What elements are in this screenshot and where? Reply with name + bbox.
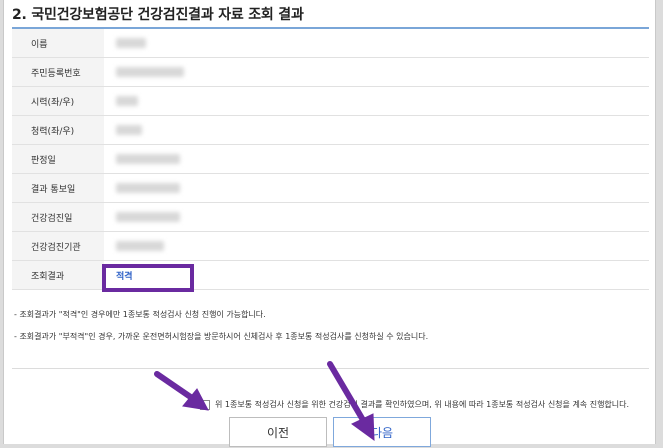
row-label: 건강검진기관 xyxy=(12,231,104,261)
row-value-redacted xyxy=(104,231,649,261)
redacted-value xyxy=(116,240,164,251)
redacted-value xyxy=(116,124,142,135)
prev-button[interactable]: 이전 xyxy=(229,417,327,447)
table-row: 청력(좌/우) xyxy=(12,115,649,145)
notes: - 조회결과가 "적격"인 경우에만 1종보통 적성검사 신청 진행이 가능합니… xyxy=(14,304,428,348)
row-label: 조회결과 xyxy=(12,260,104,290)
table-row: 결과 통보일 xyxy=(12,173,649,203)
result-panel: 2. 국민건강보험공단 건강검진결과 자료 조회 결과 이름 주민등록번호 시력… xyxy=(3,0,656,444)
note-item: - 조회결과가 "적격"인 경우에만 1종보통 적성검사 신청 진행이 가능합니… xyxy=(14,310,266,319)
redacted-value xyxy=(116,66,184,77)
row-label: 주민등록번호 xyxy=(12,57,104,87)
footer-divider xyxy=(12,368,649,369)
row-value-redacted xyxy=(104,115,649,145)
note-item: - 조회결과가 "부적격"인 경우, 가까운 운전면허시험장을 방문하시어 신체… xyxy=(14,332,429,341)
row-value-redacted xyxy=(104,29,649,58)
next-button[interactable]: 다음 xyxy=(333,417,431,447)
table-row: 주민등록번호 xyxy=(12,57,649,87)
row-label: 판정일 xyxy=(12,144,104,174)
table-row: 이름 xyxy=(12,29,649,58)
row-value-redacted xyxy=(104,144,649,174)
row-value-redacted xyxy=(104,173,649,203)
table-row: 시력(좌/우) xyxy=(12,86,649,116)
section-title: 2. 국민건강보험공단 건강검진결과 자료 조회 결과 xyxy=(12,7,304,23)
row-value-redacted xyxy=(104,86,649,116)
redacted-value xyxy=(116,211,180,222)
table-row: 건강검진일 xyxy=(12,202,649,232)
row-label: 시력(좌/우) xyxy=(12,86,104,116)
row-label: 건강검진일 xyxy=(12,202,104,232)
agreement-checkbox[interactable] xyxy=(200,399,210,410)
row-value-redacted xyxy=(104,202,649,232)
row-label: 청력(좌/우) xyxy=(12,115,104,145)
row-label: 결과 통보일 xyxy=(12,173,104,203)
redacted-value xyxy=(116,95,138,106)
redacted-value xyxy=(116,153,180,164)
row-label: 이름 xyxy=(12,29,104,58)
agreement-text: 위 1종보통 적성검사 신청을 위한 건강검진 결과를 확인하였으며, 위 내용… xyxy=(215,400,630,409)
table-row: 건강검진기관 xyxy=(12,231,649,261)
agreement-row[interactable]: 위 1종보통 적성검사 신청을 위한 건강검진 결과를 확인하였으며, 위 내용… xyxy=(200,399,629,410)
redacted-value xyxy=(116,37,146,48)
result-highlight-box xyxy=(102,264,194,292)
row-value-redacted xyxy=(104,57,649,87)
redacted-value xyxy=(116,182,180,193)
table-row: 판정일 xyxy=(12,144,649,174)
note-text: 조회결과가 "적격"인 경우에만 1종보통 적성검사 신청 진행이 가능합니다. xyxy=(19,310,266,319)
result-table: 이름 주민등록번호 시력(좌/우) 청력(좌/우) 판정일 결과 통보일 건강검… xyxy=(12,29,649,290)
note-text: 조회결과가 "부적격"인 경우, 가까운 운전면허시험장을 방문하시어 신체검사… xyxy=(19,332,429,341)
